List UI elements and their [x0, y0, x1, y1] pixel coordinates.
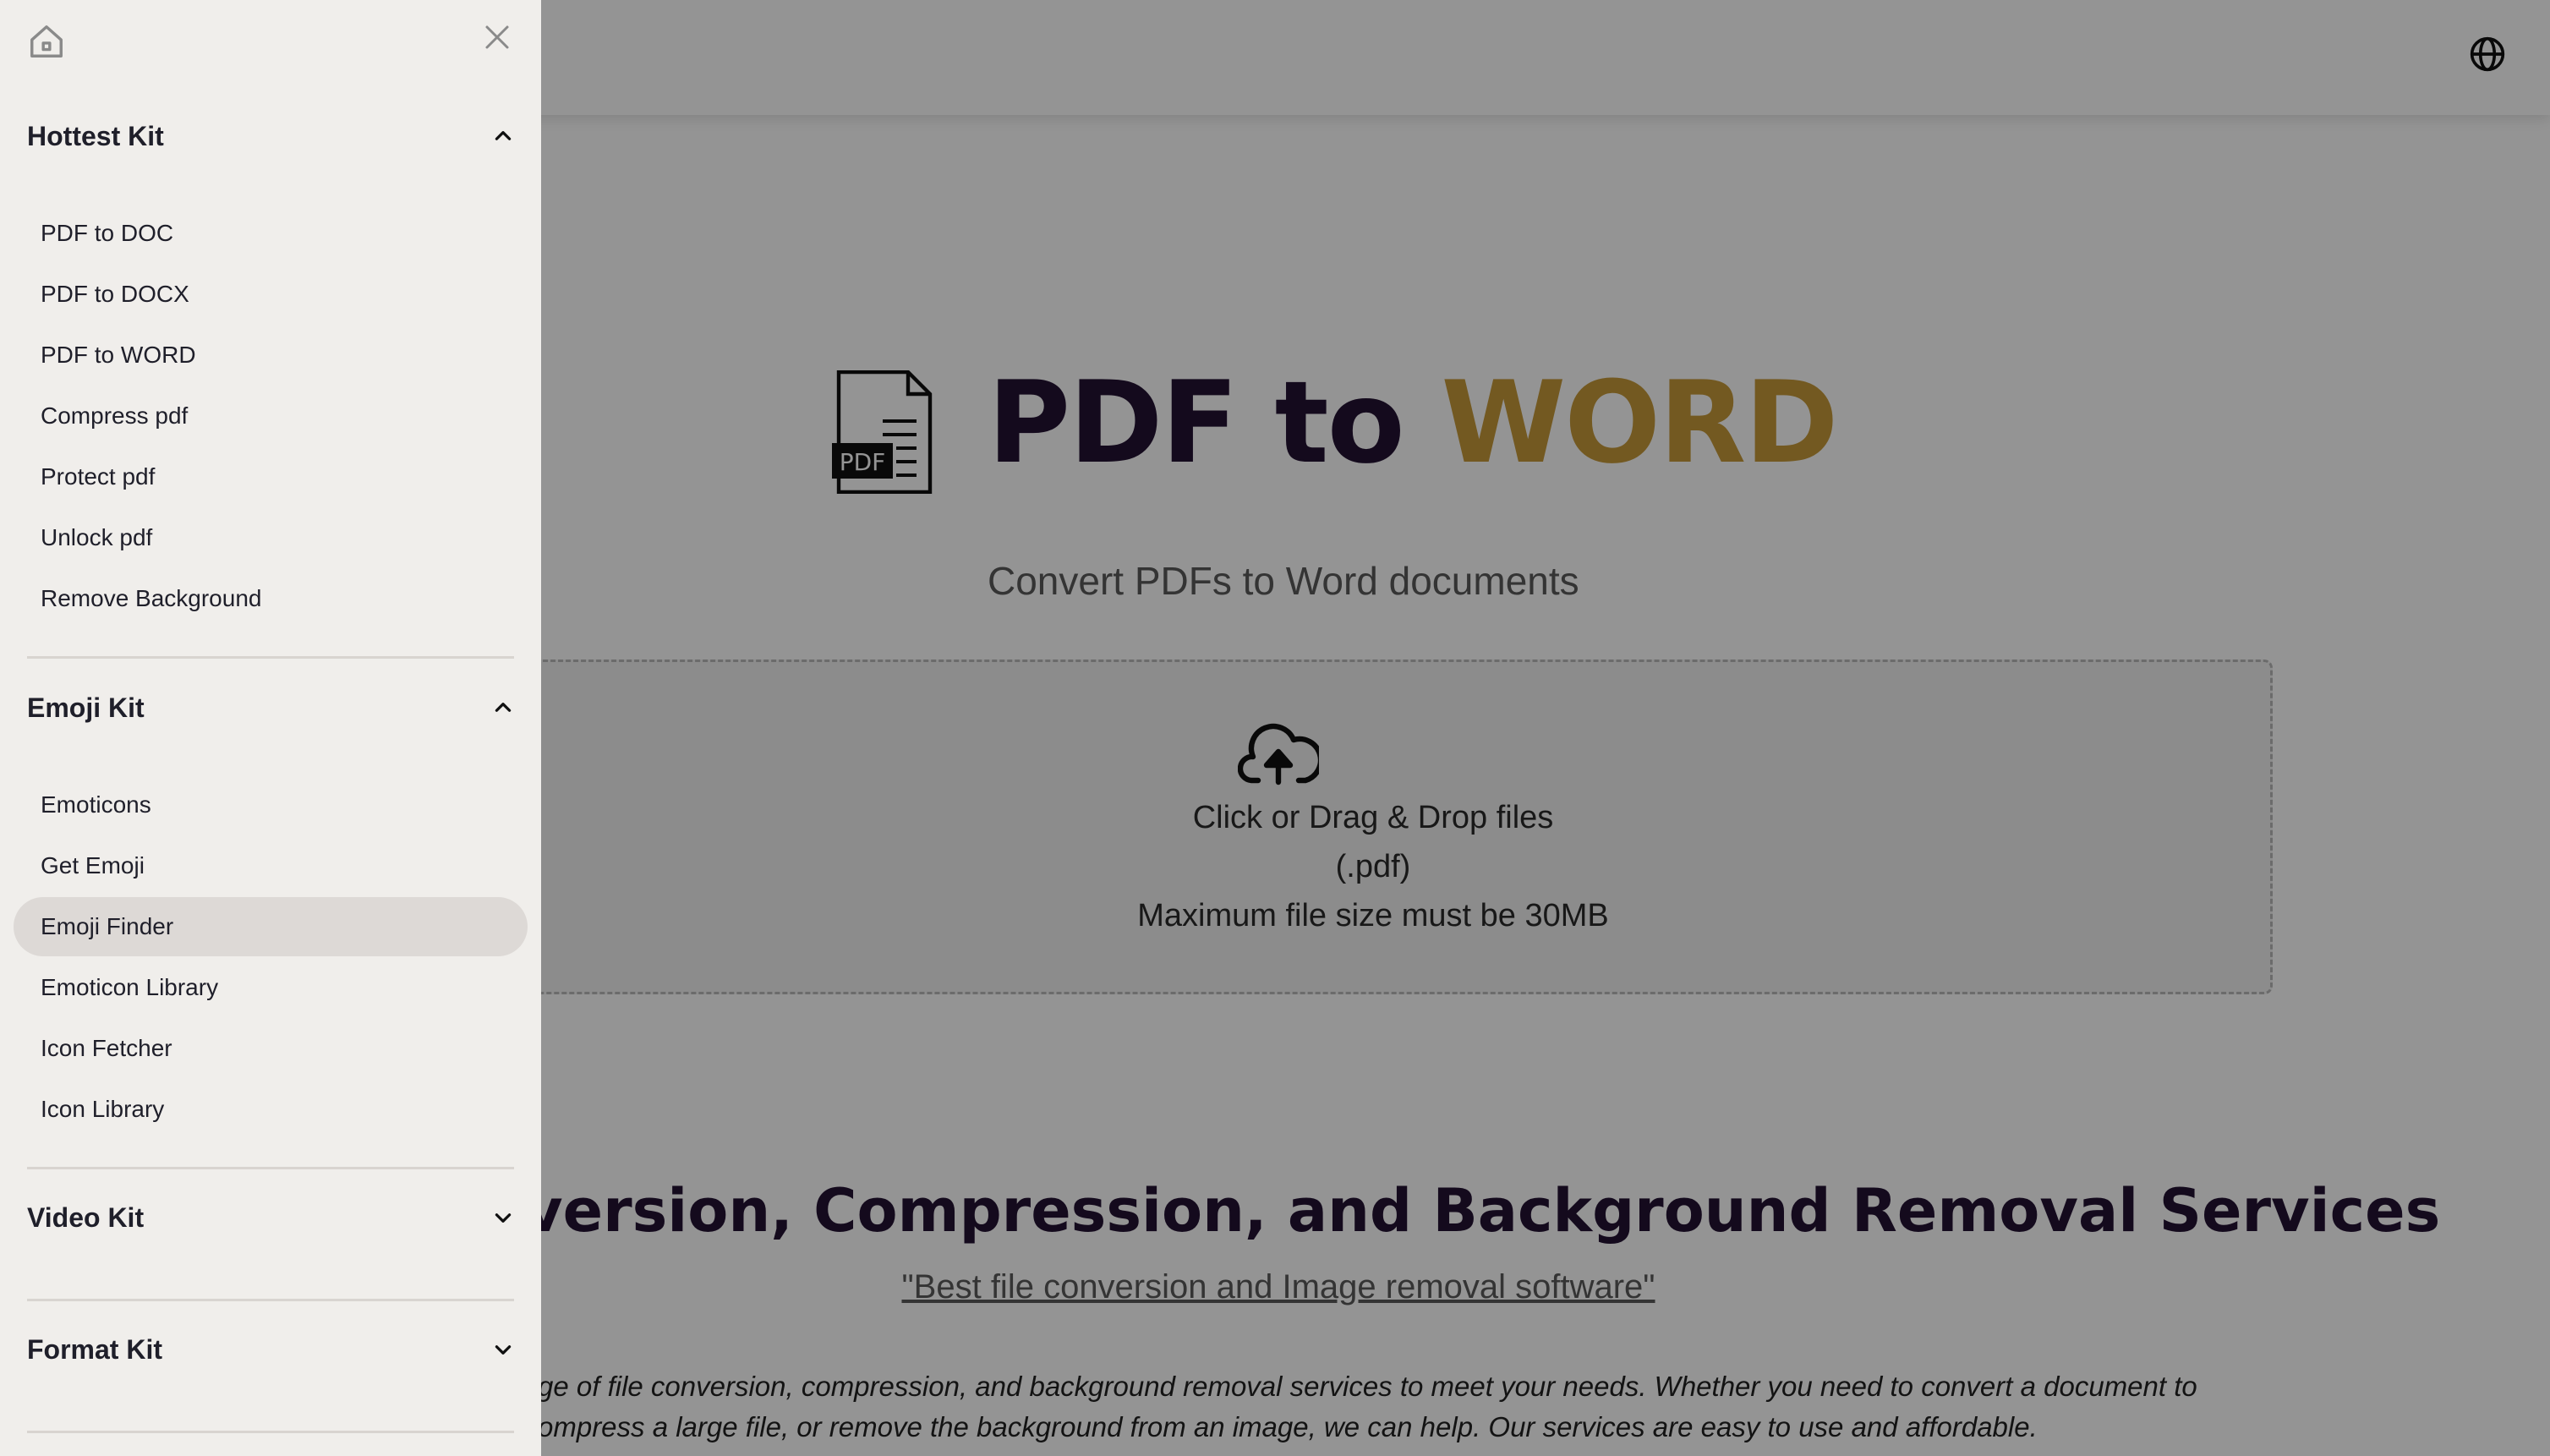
sidebar-item-remove-background[interactable]: Remove Background [14, 569, 528, 628]
group-label: Video Kit [27, 1201, 145, 1233]
divider [27, 1431, 514, 1433]
sidebar-item-get-emoji[interactable]: Get Emoji [14, 836, 528, 895]
sidebar-menu: Hottest Kit PDF to DOC PDF to DOCX PDF t… [0, 0, 541, 1456]
sidebar-item-icon-library[interactable]: Icon Library [14, 1080, 528, 1139]
close-icon[interactable] [482, 22, 512, 52]
sidebar-item-emoji-finder[interactable]: Emoji Finder [14, 897, 528, 956]
divider [27, 1299, 514, 1301]
sidebar-item-pdf-to-word[interactable]: PDF to WORD [14, 326, 528, 385]
sidebar-item-compress-pdf[interactable]: Compress pdf [14, 386, 528, 446]
group-label: Emoji Kit [27, 692, 145, 723]
sidebar-item-icon-fetcher[interactable]: Icon Fetcher [14, 1019, 528, 1078]
chevron-down-icon [495, 1213, 512, 1223]
chevron-up-icon [495, 131, 512, 140]
sidebar-item-pdf-to-docx[interactable]: PDF to DOCX [14, 265, 528, 324]
divider [27, 656, 514, 659]
group-header-format-kit[interactable]: Format Kit [27, 1326, 514, 1373]
home-icon[interactable] [27, 22, 66, 61]
sidebar-item-protect-pdf[interactable]: Protect pdf [14, 447, 528, 506]
sidebar-item-emoticons[interactable]: Emoticons [14, 775, 528, 835]
sidebar-item-emoticon-library[interactable]: Emoticon Library [14, 958, 528, 1017]
sidebar-item-pdf-to-doc[interactable]: PDF to DOC [14, 204, 528, 263]
chevron-up-icon [495, 703, 512, 712]
group-label: Hottest Kit [27, 120, 164, 151]
group-header-video-kit[interactable]: Video Kit [27, 1194, 514, 1241]
group-header-emoji-kit[interactable]: Emoji Kit [27, 684, 514, 731]
group-label: Format Kit [27, 1333, 162, 1365]
sidebar-item-unlock-pdf[interactable]: Unlock pdf [14, 508, 528, 567]
group-header-hottest-kit[interactable]: Hottest Kit [27, 112, 514, 160]
chevron-down-icon [495, 1345, 512, 1355]
divider [27, 1167, 514, 1169]
